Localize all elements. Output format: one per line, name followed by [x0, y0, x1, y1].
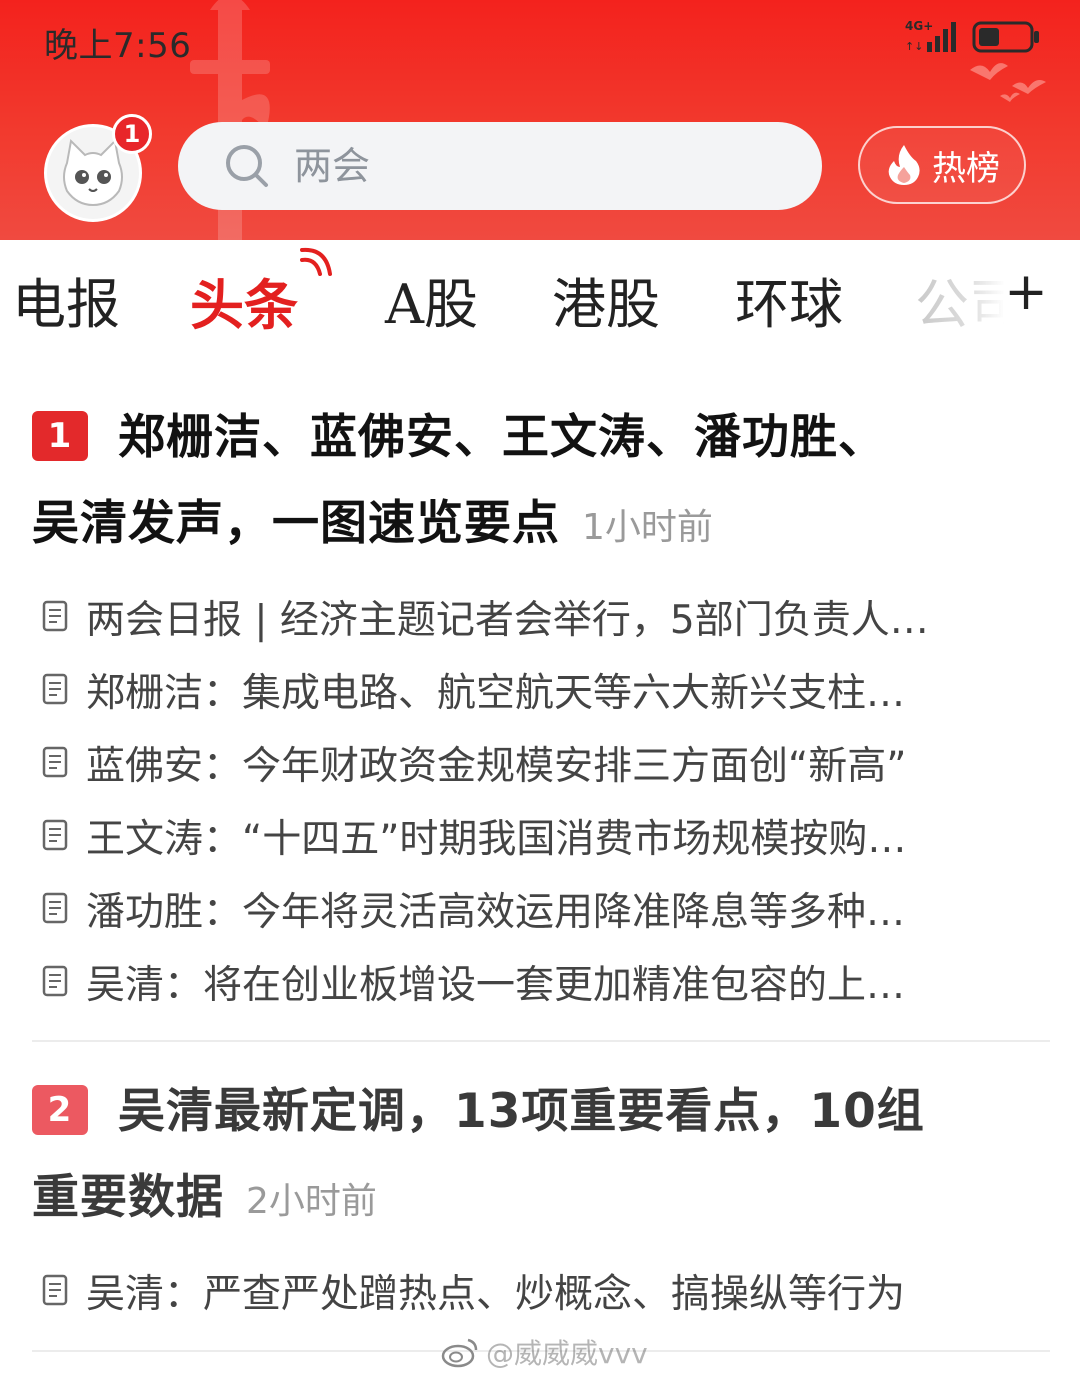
news-item[interactable]: 1 郑栅洁、蓝佛安、王文涛、潘功胜、 吴清发声，一图速览要点 1小时前 两会日报 |…	[32, 394, 1050, 1018]
headline-line-2: 吴清发声，一图速览要点	[32, 496, 560, 551]
headline-line-1: 郑栅洁、蓝佛安、王文涛、潘功胜、	[118, 410, 886, 465]
related-news-item[interactable]: 王文涛：“十四五”时期我国消费市场规模按购…	[32, 799, 1050, 872]
hot-list-button[interactable]: 热榜	[858, 126, 1026, 204]
news-item[interactable]: 2 吴清最新定调，13项重要看点，10组 重要数据 2小时前 吴清：严查严处蹭热点、…	[32, 1068, 1050, 1327]
related-news-title: 潘功胜：今年将灵活高效运用降准降息等多种…	[86, 889, 906, 935]
related-news-title: 郑栅洁：集成电路、航空航天等六大新兴支柱…	[86, 670, 906, 716]
document-icon	[42, 965, 68, 996]
document-icon	[42, 746, 68, 777]
category-tabs: 电报 头条 A股 港股 环球 公司 +	[0, 240, 1080, 352]
svg-text:↑↓: ↑↓	[905, 40, 923, 53]
news-time: 1小时前	[582, 507, 713, 548]
app-header: 晚上7:56 4G+ ↑↓ 1 两会 热榜	[0, 0, 1080, 240]
tab-global[interactable]: 环球	[735, 274, 843, 336]
svg-text:4G+: 4G+	[905, 19, 933, 33]
flame-icon	[888, 145, 920, 185]
status-bar: 晚上7:56 4G+ ↑↓	[0, 0, 1080, 80]
news-divider	[32, 1040, 1050, 1042]
battery-icon	[972, 21, 1039, 53]
search-bar[interactable]	[178, 122, 822, 210]
tab-company[interactable]: 公司	[915, 274, 1005, 336]
news-headline[interactable]: 2 吴清最新定调，13项重要看点，10组	[32, 1068, 1050, 1156]
headline-line-1: 吴清最新定调，13项重要看点，10组	[118, 1084, 925, 1139]
news-headline-continued[interactable]: 吴清发声，一图速览要点 1小时前	[32, 480, 1050, 572]
status-time: 晚上7:56	[44, 26, 192, 66]
related-news-list: 两会日报 | 经济主题记者会举行，5部门负责人… 郑栅洁：集成电路、航空航天等六…	[32, 580, 1050, 1018]
related-news-item[interactable]: 蓝佛安：今年财政资金规模安排三方面创“新高”	[32, 726, 1050, 799]
related-news-title: 蓝佛安：今年财政资金规模安排三方面创“新高”	[86, 743, 907, 789]
related-news-title: 两会日报 | 经济主题记者会举行，5部门负责人…	[86, 597, 929, 643]
related-news-list: 吴清：严查严处蹭热点、炒概念、搞操纵等行为	[32, 1254, 1050, 1327]
document-icon	[42, 819, 68, 850]
related-news-title: 吴清：严查严处蹭热点、炒概念、搞操纵等行为	[86, 1271, 906, 1317]
document-icon	[42, 600, 68, 631]
document-icon	[42, 673, 68, 704]
related-news-title: 吴清：将在创业板增设一套更加精准包容的上…	[86, 962, 906, 1008]
related-news-title: 王文涛：“十四五”时期我国消费市场规模按购…	[86, 816, 907, 862]
related-news-item[interactable]: 潘功胜：今年将灵活高效运用降准降息等多种…	[32, 872, 1050, 945]
related-news-item[interactable]: 吴清：严查严处蹭热点、炒概念、搞操纵等行为	[32, 1254, 1050, 1327]
watermark: @威威威vvv	[440, 1332, 648, 1372]
tab-telegraph[interactable]: 电报	[12, 274, 120, 336]
related-news-item[interactable]: 两会日报 | 经济主题记者会举行，5部门负责人…	[32, 580, 1050, 653]
tab-a-shares[interactable]: A股	[385, 274, 478, 336]
search-input[interactable]	[294, 144, 754, 188]
news-headline-continued[interactable]: 重要数据 2小时前	[32, 1154, 1050, 1246]
live-signal-icon	[300, 247, 332, 276]
cellular-signal-icon: 4G+ ↑↓	[905, 19, 956, 53]
rank-badge: 2	[32, 1085, 88, 1135]
search-icon	[226, 145, 268, 187]
rank-badge: 1	[32, 411, 88, 461]
weibo-icon	[441, 1338, 478, 1368]
watermark-text: @威威威vvv	[486, 1337, 648, 1370]
add-tab-button[interactable]: +	[1002, 266, 1050, 318]
document-icon	[42, 892, 68, 923]
tab-hk-stocks[interactable]: 港股	[552, 274, 660, 336]
notification-badge: 1	[112, 114, 152, 154]
headline-line-2: 重要数据	[32, 1170, 224, 1225]
document-icon	[42, 1274, 68, 1305]
news-headline[interactable]: 1 郑栅洁、蓝佛安、王文涛、潘功胜、	[32, 394, 1050, 482]
related-news-item[interactable]: 郑栅洁：集成电路、航空航天等六大新兴支柱…	[32, 653, 1050, 726]
news-time: 2小时前	[246, 1181, 377, 1222]
hot-list-label: 热榜	[932, 148, 1000, 189]
tab-headlines[interactable]: 头条	[190, 274, 298, 336]
related-news-item[interactable]: 吴清：将在创业板增设一套更加精准包容的上…	[32, 945, 1050, 1018]
